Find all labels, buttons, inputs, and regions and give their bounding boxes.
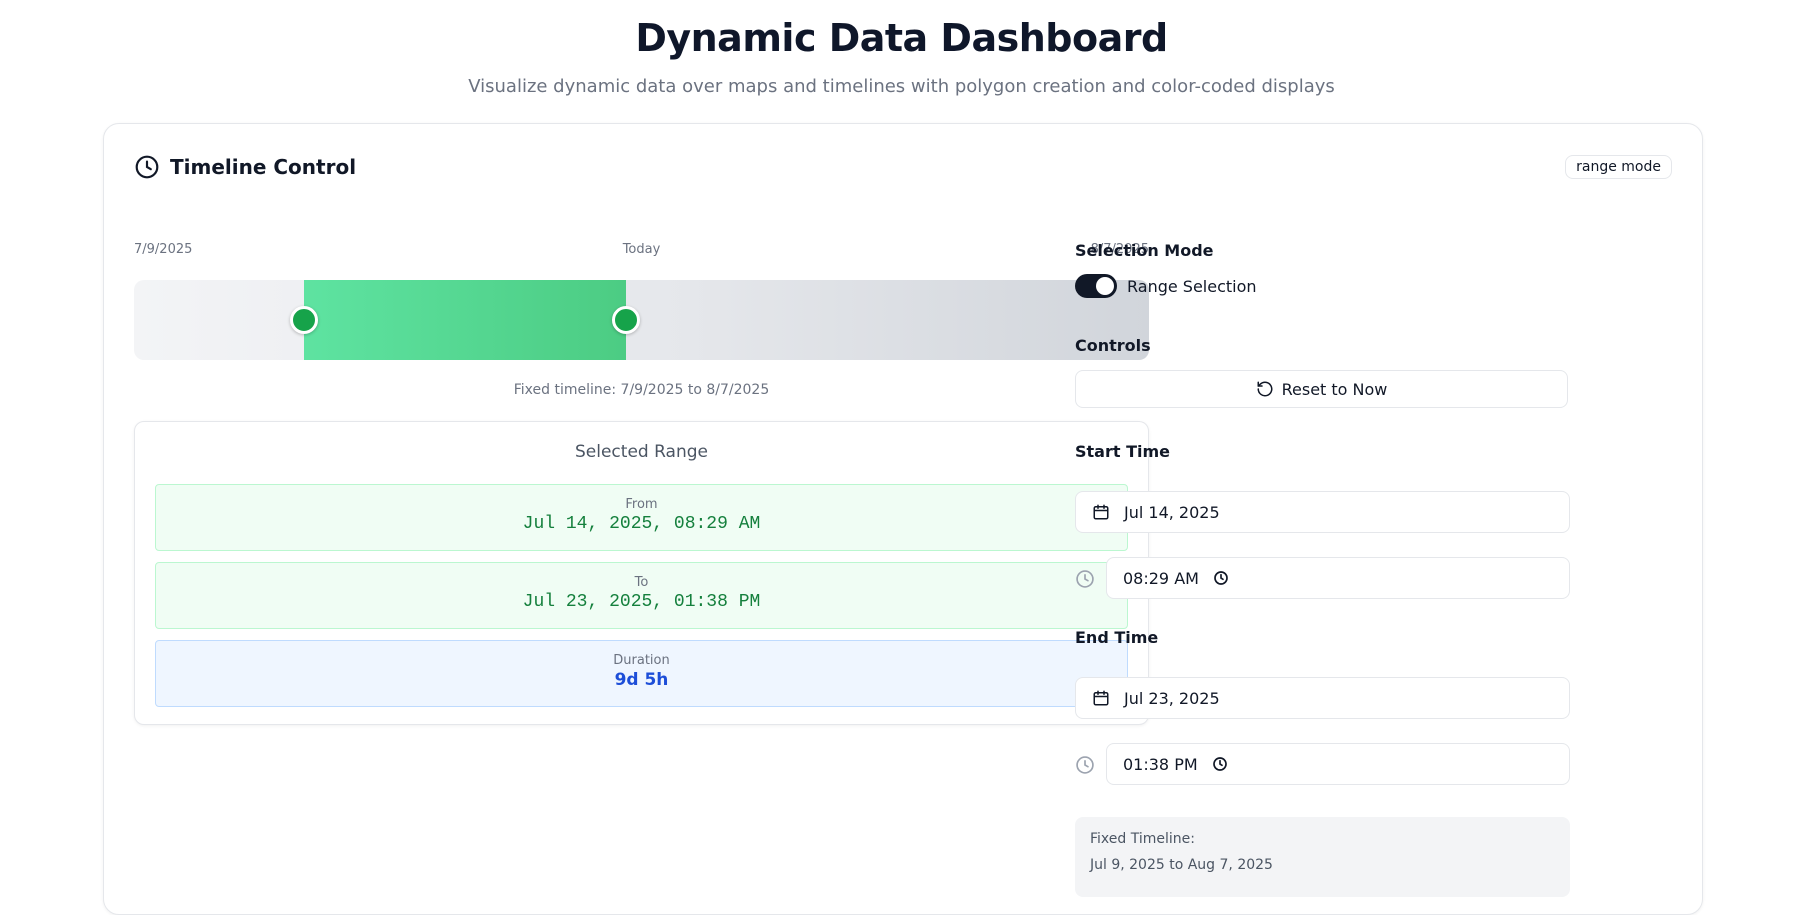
from-value: Jul 14, 2025, 08:29 AM xyxy=(522,514,761,534)
fixed-timeline-note: Fixed Timeline: Jul 9, 2025 to Aug 7, 20… xyxy=(1075,817,1570,897)
duration-value: 9d 5h xyxy=(614,670,669,690)
calendar-icon xyxy=(1093,504,1109,520)
selection-mode-label: Selection Mode xyxy=(1075,241,1214,260)
reset-to-now-button[interactable]: Reset to Now xyxy=(1075,370,1568,408)
rotate-ccw-icon xyxy=(1257,381,1273,397)
to-value: Jul 23, 2025, 01:38 PM xyxy=(522,592,761,612)
fixed-timeline-value: Jul 9, 2025 to Aug 7, 2025 xyxy=(1090,857,1273,873)
timeline-start-handle[interactable] xyxy=(289,306,318,334)
start-date-value: Jul 14, 2025 xyxy=(1124,502,1220,522)
range-selection-toggle-row: Range Selection xyxy=(1075,274,1257,298)
selected-range-panel: Selected Range From Jul 14, 2025, 08:29 … xyxy=(134,421,1149,725)
time-picker-icon[interactable] xyxy=(1213,570,1229,586)
timeline-today-label: Today xyxy=(622,242,661,257)
timeline-caption: Fixed timeline: 7/9/2025 to 8/7/2025 xyxy=(513,382,770,398)
fixed-timeline-label: Fixed Timeline: xyxy=(1090,831,1195,847)
duration-label: Duration xyxy=(613,653,670,668)
controls-label: Controls xyxy=(1075,336,1151,355)
start-time-input[interactable]: 08:29 AM xyxy=(1106,557,1570,599)
from-label: From xyxy=(625,497,658,512)
start-date-field[interactable]: Jul 14, 2025 xyxy=(1075,491,1570,533)
range-selection-label: Range Selection xyxy=(1127,276,1257,296)
start-time-label: Start Time xyxy=(1075,442,1170,461)
clock-icon xyxy=(1076,756,1094,774)
end-date-field[interactable]: Jul 23, 2025 xyxy=(1075,677,1570,719)
end-time-label: End Time xyxy=(1075,628,1159,647)
mode-badge: range mode xyxy=(1565,155,1672,179)
end-date-value: Jul 23, 2025 xyxy=(1124,688,1220,708)
to-label: To xyxy=(634,575,649,590)
clock-icon xyxy=(1076,570,1094,588)
card-header: Timeline Control xyxy=(134,154,356,180)
timeline-selected-range[interactable] xyxy=(303,280,627,360)
calendar-icon xyxy=(1093,690,1109,706)
to-block: To Jul 23, 2025, 01:38 PM xyxy=(155,562,1128,629)
toggle-knob xyxy=(1096,277,1114,295)
page-subtitle: Visualize dynamic data over maps and tim… xyxy=(468,76,1335,97)
card-title: Timeline Control xyxy=(170,155,357,179)
time-picker-icon[interactable] xyxy=(1212,756,1228,772)
end-time-value: 01:38 PM xyxy=(1123,754,1198,774)
range-selection-toggle[interactable] xyxy=(1075,274,1117,298)
from-block: From Jul 14, 2025, 08:29 AM xyxy=(155,484,1128,551)
timeline-labels: 7/9/2025 Today 8/7/2025 xyxy=(134,242,1149,262)
duration-block: Duration 9d 5h xyxy=(155,640,1128,707)
start-time-value: 08:29 AM xyxy=(1123,568,1199,588)
end-time-input[interactable]: 01:38 PM xyxy=(1106,743,1570,785)
selected-range-title: Selected Range xyxy=(575,442,708,462)
timeline-track[interactable] xyxy=(134,280,1149,360)
timeline-end-handle[interactable] xyxy=(612,306,641,334)
page-title: Dynamic Data Dashboard xyxy=(635,16,1168,60)
clock-icon xyxy=(135,155,159,179)
reset-to-now-label: Reset to Now xyxy=(1281,379,1388,399)
